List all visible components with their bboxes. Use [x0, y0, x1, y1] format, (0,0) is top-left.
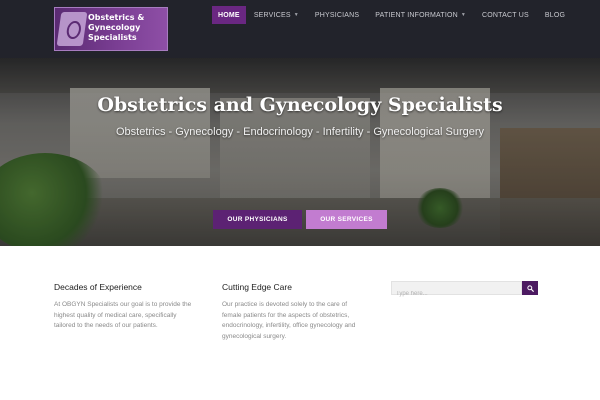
column-text-line: highest quality of medical care, specifi… [54, 311, 177, 319]
logo-line-1: Obstetrics & [88, 13, 145, 22]
column-title: Cutting Edge Care [222, 282, 292, 292]
column-text-line: At OBGYN Specialists our goal is to prov… [54, 301, 192, 308]
column-text-line: female patients for the aspects of obste… [222, 311, 350, 319]
column-text-line: tailored to the needs of our patients. [54, 322, 158, 329]
logo-line-3: Specialists [88, 33, 137, 42]
column-text-line: gynecological surgery. [222, 332, 287, 340]
search-icon [526, 284, 534, 292]
logo-line-2: Gynecology [88, 23, 141, 32]
nav-item-label: HOME [218, 11, 240, 19]
column-text-line: endocrinology, infertility, office gynec… [222, 322, 356, 329]
column-text-line: Our practice is devoted solely to the ca… [222, 301, 348, 308]
nav-item-blog[interactable]: BLOG [545, 6, 565, 24]
hero-banner: Obstetrics and Gynecology Specialists Ob… [0, 58, 600, 246]
main-nav: HOME SERVICES ▼ PHYSICIANS PATIENT INFOR… [212, 6, 565, 24]
column-text: Our practice is devoted solely to the ca… [222, 300, 355, 342]
site-logo[interactable]: Obstetrics & Gynecology Specialists [54, 7, 168, 51]
nav-item-contact-us[interactable]: CONTACT US [482, 6, 529, 24]
column-text: At OBGYN Specialists our goal is to prov… [54, 300, 191, 332]
search-input[interactable] [392, 288, 521, 300]
site-header: Obstetrics & Gynecology Specialists HOME… [0, 0, 600, 58]
chevron-down-icon: ▼ [293, 12, 299, 18]
nav-item-physicians[interactable]: PHYSICIANS [315, 6, 359, 24]
chevron-down-icon: ▼ [460, 12, 467, 18]
nav-item-label: CONTACT US [482, 11, 529, 19]
nav-item-label: PATIENT INFORMATION [375, 11, 458, 19]
column-title: Decades of Experience [54, 282, 142, 292]
nav-item-patient-information[interactable]: PATIENT INFORMATION ▼ [375, 6, 466, 24]
logo-emblem-icon [56, 12, 88, 46]
nav-item-label: SERVICES [253, 11, 291, 19]
hero-title: Obstetrics and Gynecology Specialists [97, 94, 503, 116]
hero-subtitle: Obstetrics - Gynecology - Endocrinology … [115, 126, 485, 138]
nav-item-label: PHYSICIANS [314, 11, 360, 19]
our-services-button[interactable]: OUR SERVICES [306, 210, 387, 229]
our-physicians-button[interactable]: OUR PHYSICIANS [213, 210, 302, 229]
nav-item-label: BLOG [544, 11, 566, 19]
search-button[interactable] [522, 281, 538, 295]
search-box [391, 281, 522, 300]
nav-item-services[interactable]: SERVICES ▼ [254, 6, 299, 24]
page: Obstetrics & Gynecology Specialists HOME… [0, 0, 600, 400]
nav-item-home[interactable]: HOME [212, 6, 246, 24]
logo-text: Obstetrics & Gynecology Specialists [88, 13, 167, 43]
